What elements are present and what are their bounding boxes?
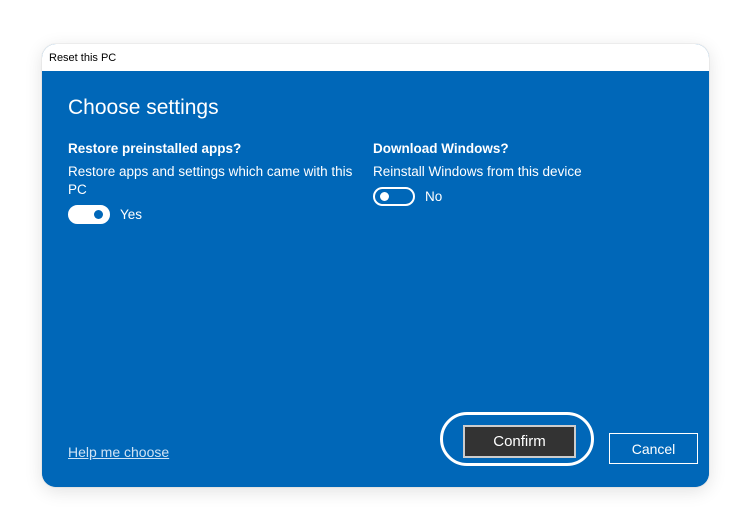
- download-windows-title: Download Windows?: [373, 141, 509, 156]
- confirm-button[interactable]: Confirm: [463, 425, 576, 458]
- title-bar: Reset this PC: [42, 44, 709, 71]
- reset-pc-dialog: Reset this PC Choose settings Restore pr…: [42, 44, 709, 487]
- restore-apps-title: Restore preinstalled apps?: [68, 141, 242, 156]
- cancel-button[interactable]: Cancel: [609, 433, 698, 464]
- download-windows-section: Download Windows? Reinstall Windows from…: [373, 141, 663, 206]
- toggle-knob: [94, 210, 103, 219]
- restore-apps-toggle-row[interactable]: Yes: [68, 205, 358, 224]
- restore-apps-toggle-label: Yes: [120, 207, 143, 222]
- page-title: Choose settings: [68, 96, 219, 119]
- download-windows-description: Reinstall Windows from this device: [373, 164, 582, 179]
- help-me-choose-link[interactable]: Help me choose: [68, 444, 169, 460]
- download-windows-toggle-row[interactable]: No: [373, 187, 663, 206]
- restore-apps-toggle[interactable]: [68, 205, 110, 224]
- restore-apps-section: Restore preinstalled apps? Restore apps …: [68, 141, 358, 224]
- toggle-knob: [380, 192, 389, 201]
- download-windows-toggle-label: No: [425, 189, 443, 204]
- download-windows-toggle[interactable]: [373, 187, 415, 206]
- dialog-content: Choose settings Restore preinstalled app…: [42, 71, 709, 487]
- restore-apps-description: Restore apps and settings which came wit…: [68, 164, 353, 197]
- window-title: Reset this PC: [49, 51, 117, 64]
